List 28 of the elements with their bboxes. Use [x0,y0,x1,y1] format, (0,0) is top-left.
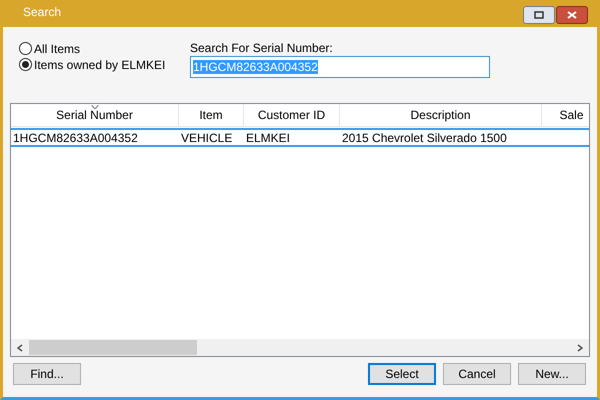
table-cell: 2015 Chevrolet Silverado 1500 [342,130,507,144]
column-header[interactable]: Serial Number [11,104,179,126]
table-cell: ELMKEI [246,130,290,144]
dialog-button[interactable]: Cancel [443,363,511,385]
sort-icon [91,105,98,109]
search-label: Search For Serial Number: [190,41,334,55]
scrollbar-thumb[interactable] [29,340,197,355]
column-header[interactable]: Description [340,104,542,126]
restore-button[interactable] [523,6,555,24]
horizontal-scrollbar[interactable] [11,339,589,356]
radio-label: Items owned by ELMKEI [34,58,166,72]
dialog-button[interactable]: Find... [13,363,81,385]
dialog-button[interactable]: Select [368,363,436,385]
column-header[interactable]: Item [179,104,244,126]
scroll-left-icon[interactable] [17,344,23,352]
restore-icon [534,11,544,19]
radio-button[interactable] [19,42,32,55]
table-cell: 1HGCM82633A004352 [13,130,138,144]
window-title: Search [23,4,62,21]
column-header[interactable]: Sale [542,104,589,126]
column-header[interactable]: Customer ID [244,104,340,126]
scroll-right-icon[interactable] [577,344,583,352]
dialog-button[interactable]: New... [518,363,586,385]
close-icon [567,11,577,19]
radio-button[interactable] [19,58,32,71]
table-cell: VEHICLE [181,130,232,144]
close-button[interactable] [556,6,588,24]
radio-label: All Items [34,42,80,56]
